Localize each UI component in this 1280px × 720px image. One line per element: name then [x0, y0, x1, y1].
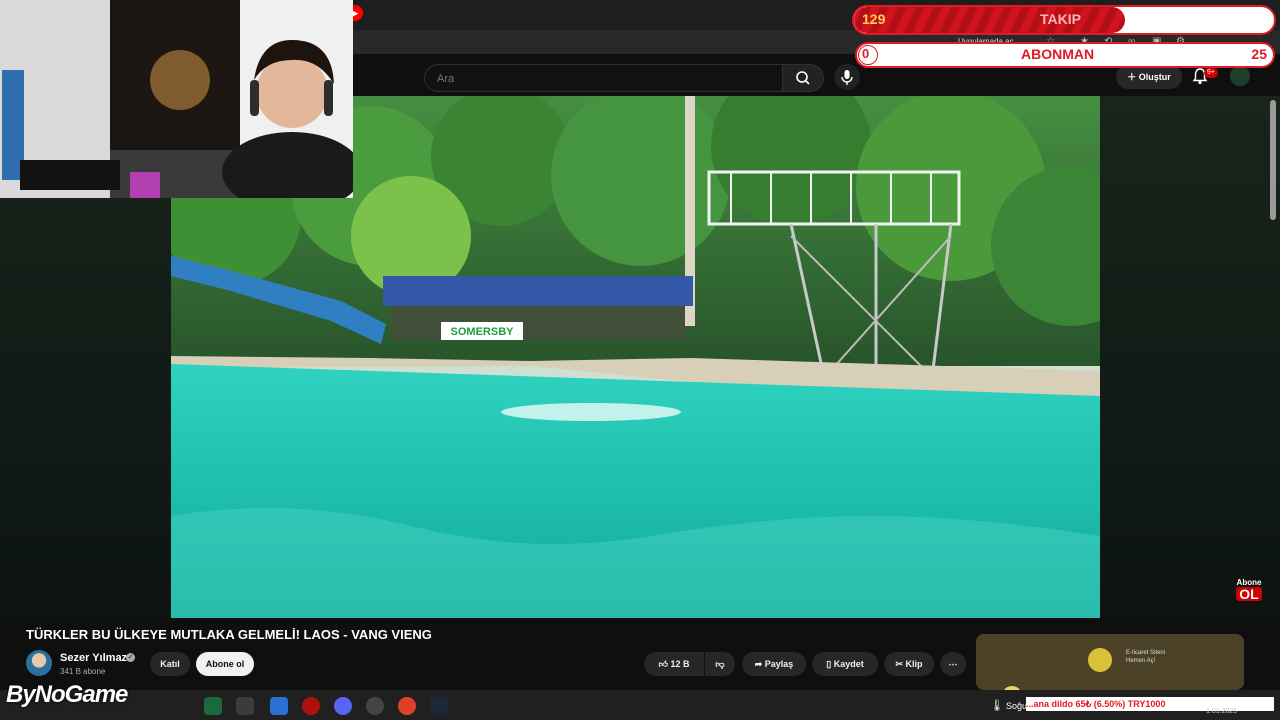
channel-name[interactable]: Sezer Yılmaz: [60, 652, 127, 664]
more-actions-button[interactable]: ⋯: [940, 652, 966, 676]
thumbs-up-icon: 👍︎: [658, 659, 671, 669]
voice-search-button[interactable]: [834, 64, 860, 90]
like-count: 12 B: [670, 659, 690, 669]
follow-current-count: 129: [862, 11, 886, 27]
webcam-overlay: [0, 0, 353, 198]
share-label: Paylaş: [764, 659, 794, 669]
ad-image: [976, 634, 1244, 690]
share-arrow-icon: ➦: [754, 659, 765, 669]
dislike-button[interactable]: 👎︎: [705, 652, 735, 676]
clip-label: Klip: [905, 659, 923, 669]
user-avatar[interactable]: [1230, 66, 1250, 86]
steam-taskbar-icon[interactable]: [430, 697, 448, 715]
search-icon: [796, 71, 810, 85]
sponsored-ad-card[interactable]: E-ticaret Siteni Hemen Aç!: [976, 634, 1244, 690]
join-button[interactable]: Katıl: [150, 652, 190, 676]
follow-goal-progress: [854, 7, 1125, 33]
save-button[interactable]: ▯ Kaydet: [812, 652, 878, 676]
follow-goal-bar: 129 TAKIP 200: [852, 5, 1276, 35]
microphone-icon: [841, 70, 853, 85]
discord-taskbar-icon[interactable]: [334, 697, 352, 715]
subscriber-goal-bar: 0 ABONMAN 25: [855, 42, 1275, 68]
page-scrollbar[interactable]: [1270, 100, 1276, 220]
notification-count-badge: 9+: [1204, 68, 1218, 78]
save-label: Kaydet: [833, 659, 864, 669]
subscribe-watermark[interactable]: Abone OL: [1236, 578, 1262, 601]
search-input[interactable]: [435, 65, 769, 93]
ambient-right-panel: [1100, 96, 1280, 618]
follow-goal-label: TAKIP: [1040, 11, 1081, 27]
streamer-webcam-image: [0, 0, 353, 198]
taskbar-date: 1.01.2025: [1206, 708, 1238, 715]
search-button[interactable]: [782, 64, 824, 92]
subscriber-count: 341 B abone: [60, 667, 106, 676]
clip-button[interactable]: ✂ Klip: [884, 652, 934, 676]
somersby-sign-text: SOMERSBY: [451, 326, 515, 338]
obs-taskbar-icon[interactable]: [366, 697, 384, 715]
explorer-taskbar-icon[interactable]: [270, 697, 288, 715]
plus-icon: ＋: [1127, 72, 1139, 82]
chrome-taskbar-icon[interactable]: [204, 697, 222, 715]
like-button[interactable]: 👍︎ 12 B: [644, 652, 704, 676]
streamer-logo: ByNoGame: [6, 681, 128, 708]
more-dots-icon: ⋯: [948, 659, 958, 669]
subscriber-goal-target: 25: [1251, 46, 1267, 62]
subscriber-current-count: 0: [862, 46, 870, 61]
create-button[interactable]: ＋ Oluştur: [1116, 65, 1182, 89]
verified-check-icon: ✓: [126, 653, 135, 662]
subscriber-goal-label: ABONMAN: [1021, 46, 1095, 62]
follow-goal-target: 200: [1244, 11, 1268, 27]
create-label: Oluştur: [1138, 72, 1171, 82]
subscribe-button[interactable]: Abone ol: [196, 652, 254, 676]
share-button[interactable]: ➦ Paylaş: [742, 652, 806, 676]
ad-headline: E-ticaret Siteni: [1126, 650, 1166, 656]
ad-cta: Hemen Aç!: [1126, 658, 1156, 664]
bookmark-icon: ▯: [826, 659, 834, 669]
scissors-icon: ✂: [895, 659, 906, 669]
store-taskbar-icon[interactable]: [236, 697, 254, 715]
thumbs-down-icon: 👎︎: [715, 659, 725, 669]
video-title: TÜRKLER BU ÜLKEYE MUTLAKA GELMELİ! LAOS …: [26, 627, 432, 642]
opera-taskbar-icon[interactable]: [302, 697, 320, 715]
thermometer-icon: 🌡︎: [990, 700, 1004, 712]
browser-taskbar-icon[interactable]: [398, 697, 416, 715]
subscribe-watermark-line2: OL: [1236, 587, 1262, 601]
channel-avatar[interactable]: [26, 650, 52, 676]
search-box[interactable]: [424, 64, 784, 93]
